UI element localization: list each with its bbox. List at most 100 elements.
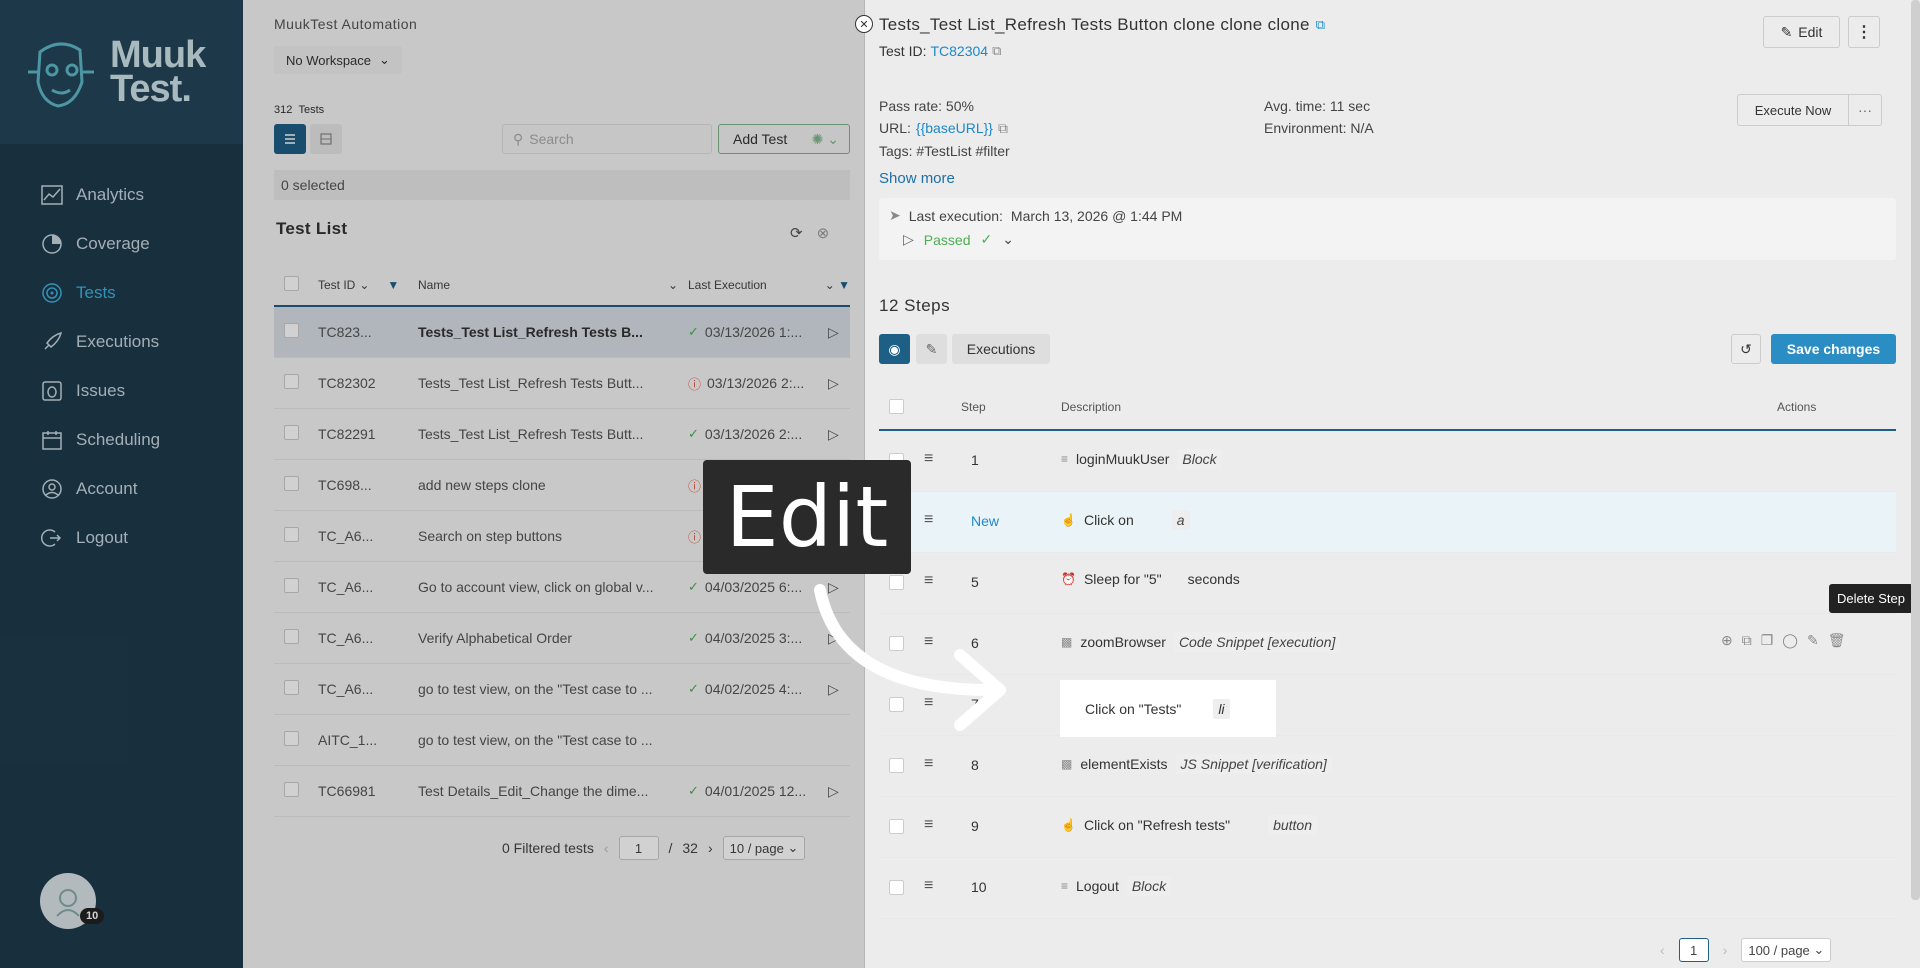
row-checkbox[interactable] bbox=[284, 374, 299, 389]
chevron-down-icon[interactable]: ⌄ bbox=[1002, 231, 1014, 248]
step-description[interactable]: ≡ Logout Block bbox=[1061, 876, 1172, 896]
table-row[interactable]: TC66981 Test Details_Edit_Change the dime… bbox=[274, 766, 850, 817]
table-row[interactable]: TC_A6... go to test view, on the "Test ca… bbox=[274, 664, 850, 715]
tab-executions[interactable]: Executions bbox=[952, 334, 1050, 364]
row-checkbox[interactable] bbox=[284, 782, 299, 797]
delete-icon[interactable]: 🗑 bbox=[1828, 632, 1846, 649]
row-checkbox[interactable] bbox=[284, 425, 299, 440]
row-test-id[interactable]: TC823... bbox=[318, 324, 418, 340]
row-checkbox[interactable] bbox=[284, 578, 299, 593]
play-circle-icon[interactable]: ▷ bbox=[828, 783, 850, 800]
step-row[interactable]: ≡ 6 ▩ zoomBrowser Code Snippet [execution] ⊕ ⧉… bbox=[879, 614, 1896, 675]
show-more-link[interactable]: Show more bbox=[879, 170, 955, 187]
highlighted-step[interactable]: Click on "Tests" li bbox=[1060, 680, 1276, 737]
copy-icon[interactable]: ⧉ bbox=[998, 120, 1008, 137]
row-checkbox[interactable] bbox=[284, 323, 299, 338]
row-test-name[interactable]: add new steps clone bbox=[418, 477, 688, 493]
sidebar-item-executions[interactable]: Executions bbox=[0, 317, 243, 366]
edit-icon[interactable]: ✎ bbox=[1807, 632, 1819, 649]
row-checkbox[interactable] bbox=[284, 476, 299, 491]
copy-icon[interactable]: ⧉ bbox=[1742, 632, 1752, 649]
step-description[interactable]: ▩ elementExists JS Snippet [verification] bbox=[1061, 754, 1332, 774]
row-test-name[interactable]: Go to account view, click on global v... bbox=[418, 579, 688, 595]
edit-button[interactable]: ✎ Edit bbox=[1763, 16, 1840, 48]
step-checkbox[interactable] bbox=[889, 819, 904, 834]
execute-options-button[interactable]: ··· bbox=[1848, 94, 1882, 126]
step-row[interactable]: ≡ New ☝ Click on a bbox=[879, 492, 1896, 553]
page-size-select[interactable]: 10 / page ⌄ bbox=[722, 836, 806, 860]
row-test-id[interactable]: TC698... bbox=[318, 477, 418, 493]
execute-now-button[interactable]: Execute Now bbox=[1737, 94, 1849, 126]
row-test-id[interactable]: TC_A6... bbox=[318, 681, 418, 697]
row-test-name[interactable]: Verify Alphabetical Order bbox=[418, 630, 688, 646]
page-input[interactable]: 1 bbox=[618, 836, 659, 860]
undo-button[interactable]: ↺ bbox=[1731, 334, 1761, 364]
sidebar-item-logout[interactable]: Logout bbox=[0, 513, 243, 562]
row-test-name[interactable]: Test Details_Edit_Change the dime... bbox=[418, 783, 688, 799]
column-test-id[interactable]: Test ID ⌄ ▼ bbox=[318, 278, 418, 292]
row-test-name[interactable]: go to test view, on the "Test case to ..… bbox=[418, 732, 688, 748]
row-test-name[interactable]: Tests_Test List_Refresh Tests Butt... bbox=[418, 426, 688, 442]
row-checkbox[interactable] bbox=[284, 680, 299, 695]
duplicate-icon[interactable]: ❐ bbox=[1761, 632, 1774, 649]
table-row[interactable]: TC_A6... Verify Alphabetical Order ✓ 04/03/… bbox=[274, 613, 850, 664]
list-view-button[interactable] bbox=[274, 124, 306, 154]
scrollbar[interactable] bbox=[1911, 0, 1920, 900]
sidebar-item-tests[interactable]: Tests bbox=[0, 268, 243, 317]
drag-handle-icon[interactable]: ≡ bbox=[924, 755, 933, 773]
sidebar-item-scheduling[interactable]: Scheduling bbox=[0, 415, 243, 464]
select-all-checkbox[interactable] bbox=[284, 276, 299, 291]
copy-icon[interactable]: ⧉ bbox=[1316, 17, 1326, 33]
step-row[interactable]: ≡7☝Click on "Tests"li bbox=[879, 675, 1896, 736]
row-checkbox[interactable] bbox=[284, 731, 299, 746]
row-test-id[interactable]: TC_A6... bbox=[318, 579, 418, 595]
play-circle-icon[interactable]: ▷ bbox=[903, 231, 914, 248]
table-row[interactable]: TC82302 Tests_Test List_Refresh Tests But… bbox=[274, 358, 850, 409]
row-test-id[interactable]: AITC_1... bbox=[318, 732, 418, 748]
step-row[interactable]: ≡ 10 ≡ Logout Block bbox=[879, 858, 1896, 919]
row-test-name[interactable]: Search on step buttons bbox=[418, 528, 688, 544]
step-row[interactable]: ≡ 1 ≡ loginMuukUser Block bbox=[879, 431, 1896, 492]
step-description[interactable]: ▩ zoomBrowser Code Snippet [execution] bbox=[1061, 632, 1341, 652]
row-test-id[interactable]: TC_A6... bbox=[318, 630, 418, 646]
play-circle-icon[interactable]: ▷ bbox=[828, 324, 850, 341]
row-test-id[interactable]: TC_A6... bbox=[318, 528, 418, 544]
filter-icon[interactable]: ▼ bbox=[838, 278, 850, 292]
refresh-icon[interactable]: ⟳ bbox=[790, 224, 803, 242]
table-row[interactable]: TC82291 Tests_Test List_Refresh Tests But… bbox=[274, 409, 850, 460]
step-row[interactable]: ≡ 5 ⏰ Sleep for "5" seconds bbox=[879, 553, 1896, 614]
steps-view-button[interactable]: ◉ bbox=[879, 334, 910, 364]
column-name[interactable]: Name ⌄ bbox=[418, 278, 688, 292]
sidebar-item-analytics[interactable]: Analytics bbox=[0, 170, 243, 219]
muuktest-logo[interactable]: Muuk Test. bbox=[20, 32, 206, 112]
save-changes-button[interactable]: Save changes bbox=[1771, 334, 1896, 364]
row-test-name[interactable]: go to test view, on the "Test case to ..… bbox=[418, 681, 688, 697]
row-checkbox[interactable] bbox=[284, 629, 299, 644]
step-row[interactable]: ≡ 8 ▩ elementExists JS Snippet [verification… bbox=[879, 736, 1896, 797]
search-input[interactable]: ⚲ Search bbox=[502, 124, 712, 154]
step-description[interactable]: ⏰ Sleep for "5" seconds bbox=[1061, 571, 1240, 587]
sidebar-item-account[interactable]: Account bbox=[0, 464, 243, 513]
table-row[interactable]: TC823... Tests_Test List_Refresh Tests B.… bbox=[274, 307, 850, 358]
grid-view-button[interactable] bbox=[310, 124, 342, 154]
step-row[interactable]: ≡ 9 ☝ Click on "Refresh tests" button bbox=[879, 797, 1896, 858]
steps-edit-mode-button[interactable]: ✎ bbox=[916, 334, 947, 364]
filter-icon[interactable]: ▼ bbox=[387, 278, 399, 292]
play-circle-icon[interactable]: ▷ bbox=[828, 375, 850, 392]
row-test-id[interactable]: TC82291 bbox=[318, 426, 418, 442]
copy-icon[interactable]: ⧉ bbox=[992, 43, 1001, 59]
row-test-id[interactable]: TC66981 bbox=[318, 783, 418, 799]
row-test-name[interactable]: Tests_Test List_Refresh Tests B... bbox=[418, 324, 688, 340]
next-page-icon[interactable]: › bbox=[708, 840, 713, 856]
test-id-link[interactable]: TC82304 bbox=[930, 43, 988, 59]
close-icon[interactable]: ✕ bbox=[855, 15, 873, 33]
step-checkbox[interactable] bbox=[889, 758, 904, 773]
current-page[interactable]: 1 bbox=[1678, 938, 1709, 962]
page-size-select[interactable]: 100 / page ⌄ bbox=[1741, 938, 1832, 962]
toggle-icon[interactable]: ◯ bbox=[1782, 632, 1798, 649]
prev-page-icon[interactable]: ‹ bbox=[604, 840, 609, 856]
table-row[interactable]: AITC_1... go to test view, on the "Test c… bbox=[274, 715, 850, 766]
step-description[interactable]: ≡ loginMuukUser Block bbox=[1061, 449, 1222, 469]
add-step-icon[interactable]: ⊕ bbox=[1721, 632, 1733, 649]
url-value[interactable]: {{baseURL}} bbox=[916, 120, 993, 137]
